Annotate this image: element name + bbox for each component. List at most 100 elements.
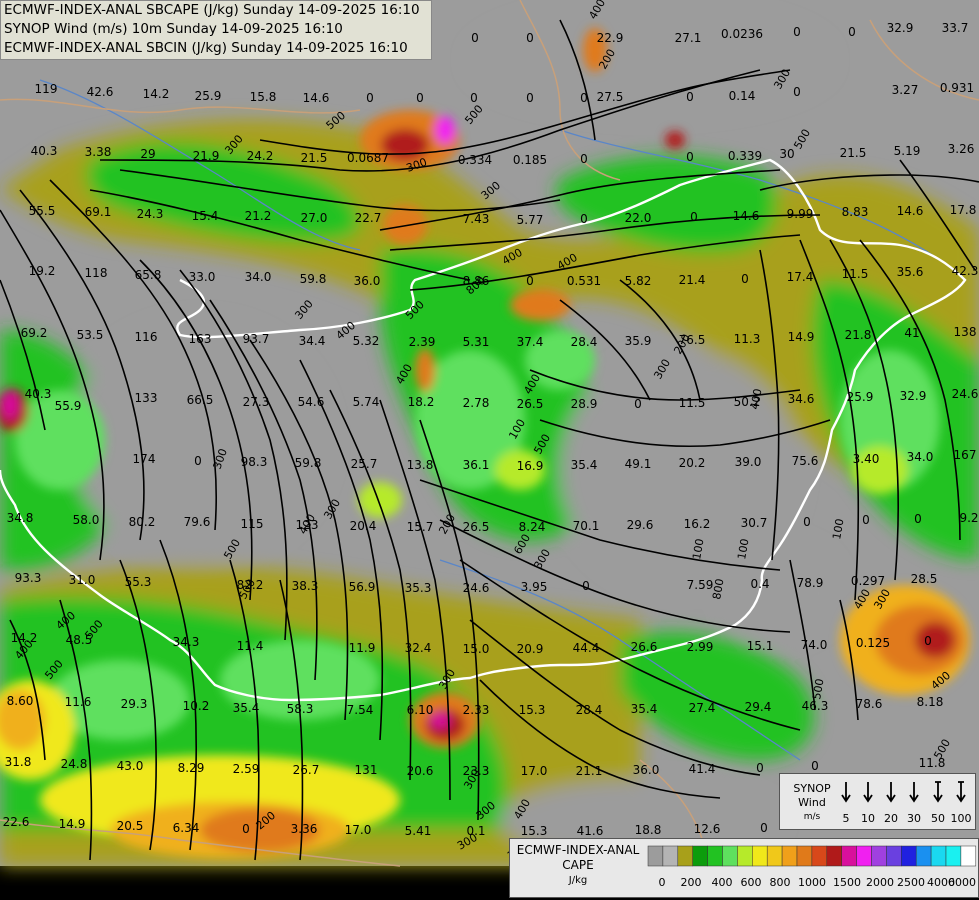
station-value: 16.9 (517, 459, 544, 473)
synop-speed-label: 30 (907, 812, 921, 825)
station-value: 15.3 (519, 703, 546, 717)
station-value: 42.6 (87, 85, 114, 99)
cape-legend-swatch (886, 845, 902, 867)
station-value: 0.339 (728, 149, 762, 163)
station-value: 2.39 (409, 335, 436, 349)
station-value: 39.0 (735, 455, 762, 469)
station-value: 21.4 (679, 273, 706, 287)
orange-patch-center2 (415, 348, 435, 392)
cape-legend-swatch (677, 845, 693, 867)
station-value: 2.33 (463, 703, 490, 717)
station-value: 31.0 (69, 573, 96, 587)
station-value: 23.3 (463, 764, 490, 778)
station-value: 21.8 (845, 328, 872, 342)
header-line-cin: ECMWF-INDEX-ANAL SBCIN (J/kg) Sunday 14-… (4, 40, 408, 56)
station-value: 8.18 (917, 695, 944, 709)
station-value: 55.3 (125, 575, 152, 589)
station-value: 133 (135, 391, 158, 405)
station-value: 20.6 (407, 764, 434, 778)
station-value: 0.0236 (721, 27, 763, 41)
station-value: 9.99 (787, 207, 814, 221)
station-value: 14.6 (897, 204, 924, 218)
station-value: 0 (793, 85, 801, 99)
cape-legend-swatch (722, 845, 738, 867)
station-value: 16.2 (684, 517, 711, 531)
station-value: 0 (793, 25, 801, 39)
station-value: 49.1 (625, 457, 652, 471)
station-value: 22.7 (355, 211, 382, 225)
station-value: 5.77 (517, 213, 544, 227)
cape-legend-swatch (766, 845, 783, 867)
station-value: 19.2 (29, 264, 56, 278)
cape-legend-tick-label: 1500 (833, 876, 861, 889)
station-value: 35.4 (631, 702, 658, 716)
station-value: 3.38 (85, 145, 112, 159)
synop-wind-arrow-icon (909, 782, 919, 803)
station-value: 26.5 (517, 397, 544, 411)
station-value: 0 (526, 91, 534, 105)
red-patch-east (915, 622, 955, 658)
station-value: 41 (904, 326, 919, 340)
station-value: 0.0687 (347, 151, 389, 165)
station-value: 11.5 (679, 396, 706, 410)
cape-legend-tick-label: 0 (659, 876, 666, 889)
station-value: 0 (914, 512, 922, 526)
station-value: 28.9 (571, 397, 598, 411)
station-value: 20.5 (117, 819, 144, 833)
station-value: 24.2 (247, 149, 274, 163)
cape-legend-swatch (662, 845, 679, 867)
station-value: 35.4 (233, 701, 260, 715)
station-value: 27.0 (301, 211, 328, 225)
cape-legend-swatch (737, 845, 753, 867)
station-value: 26.5 (463, 520, 490, 534)
station-value: 24.6 (952, 387, 979, 401)
station-value: 0 (580, 91, 588, 105)
station-value: 17.8 (950, 203, 977, 217)
station-value: 26.6 (631, 640, 658, 654)
station-value: 0.125 (856, 636, 890, 650)
station-value: 32.9 (900, 389, 927, 403)
station-value: 27.5 (597, 90, 624, 104)
station-value: 29.6 (627, 518, 654, 532)
station-value: 0 (848, 25, 856, 39)
station-value: 0 (634, 397, 642, 411)
map-bottom-strip (0, 866, 510, 900)
station-value: 15.0 (463, 642, 490, 656)
station-value: 65.8 (135, 268, 162, 282)
station-value: 24.8 (61, 757, 88, 771)
station-value: 2.59 (233, 762, 260, 776)
station-value: 0 (582, 579, 590, 593)
synop-wind-arrow-icon (933, 781, 943, 803)
station-value: 3.27 (892, 83, 919, 97)
station-value: 55.5 (29, 204, 56, 218)
station-value: 15.8 (250, 90, 277, 104)
synop-wind-arrow-icon (886, 782, 896, 803)
station-value: 55.9 (55, 399, 82, 413)
station-value: 8.24 (519, 520, 546, 534)
cape-legend-swatch (811, 845, 828, 867)
station-value: 43.0 (117, 759, 144, 773)
station-value: 20.9 (517, 642, 544, 656)
header-line-wind: SYNOP Wind (m/s) 10m Sunday 14-09-2025 1… (4, 21, 343, 37)
station-value: 21.5 (301, 151, 328, 165)
station-value: 29.3 (121, 697, 148, 711)
station-value: 74.0 (801, 638, 828, 652)
cape-legend-swatch (945, 845, 962, 867)
station-value: 13.8 (407, 458, 434, 472)
station-value: 34.0 (245, 270, 272, 284)
yellow-green-patch-3 (358, 482, 402, 518)
station-value: 33.0 (189, 270, 216, 284)
station-value: 28.5 (911, 572, 938, 586)
station-value: 28.4 (571, 335, 598, 349)
station-value: 59.8 (300, 272, 327, 286)
station-value: 34.8 (7, 511, 34, 525)
station-value: 31.8 (5, 755, 32, 769)
station-value: 76.5 (679, 333, 706, 347)
station-value: 58.3 (287, 702, 314, 716)
station-value: 82.2 (237, 578, 264, 592)
map-header: ECMWF-INDEX-ANAL SBCAPE (J/kg) Sunday 14… (0, 0, 432, 60)
station-value: 0 (194, 454, 202, 468)
station-value: 123 (296, 518, 319, 532)
station-value: 0 (803, 515, 811, 529)
synop-speed-label: 100 (951, 812, 972, 825)
